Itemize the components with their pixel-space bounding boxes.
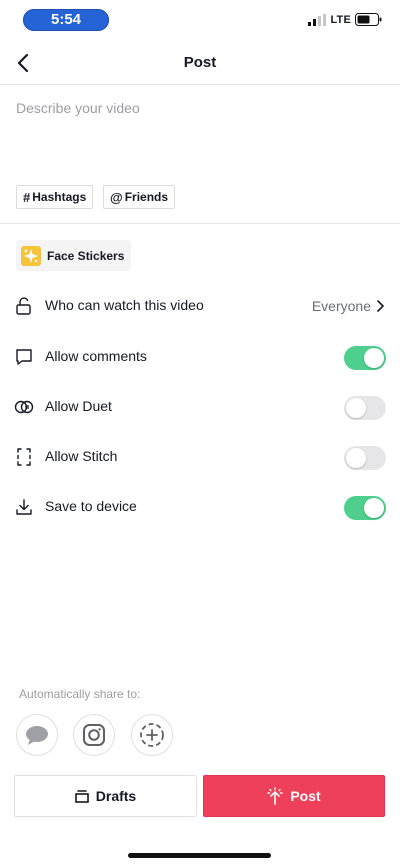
comment-icon	[16, 349, 32, 365]
toggle-knob	[346, 448, 366, 468]
home-indicator	[128, 853, 271, 858]
status-indicators: LTE	[308, 13, 382, 26]
duet-icon	[14, 400, 34, 414]
who-can-watch-row[interactable]: Who can watch this video Everyone	[0, 286, 400, 326]
who-can-watch-value: Everyone	[311, 298, 371, 314]
caption-input[interactable]	[16, 100, 384, 170]
share-instagram-button[interactable]	[73, 714, 115, 756]
toggle-knob	[346, 398, 366, 418]
divider	[0, 223, 400, 224]
share-story-button[interactable]	[131, 714, 173, 756]
header: Post	[0, 42, 400, 85]
allow-comments-label: Allow comments	[45, 348, 147, 364]
hashtag-icon: #	[23, 189, 31, 205]
allow-stitch-row: Allow Stitch	[0, 437, 400, 477]
allow-stitch-toggle[interactable]	[344, 446, 386, 470]
friends-label: Friends	[124, 190, 169, 204]
save-to-device-label: Save to device	[45, 498, 137, 514]
signal-icon	[308, 13, 327, 26]
allow-duet-toggle[interactable]	[344, 396, 386, 420]
allow-comments-toggle[interactable]	[344, 346, 386, 370]
face-stickers-icon	[21, 245, 41, 266]
allow-stitch-label: Allow Stitch	[45, 448, 118, 464]
post-button[interactable]: Post	[203, 775, 385, 817]
share-messages-button[interactable]	[16, 714, 58, 756]
face-stickers-button[interactable]: Face Stickers	[16, 240, 131, 271]
page-title: Post	[183, 54, 217, 71]
download-icon	[16, 499, 32, 515]
chevron-right-icon	[377, 300, 384, 312]
allow-comments-row: Allow comments	[0, 337, 400, 377]
status-time: 5:54	[23, 9, 109, 31]
hashtags-label: Hashtags	[32, 190, 87, 204]
friends-button[interactable]: @ Friends	[103, 185, 176, 209]
toggle-knob	[364, 348, 384, 368]
network-label: LTE	[330, 13, 351, 26]
lock-icon	[16, 297, 31, 315]
at-icon: @	[110, 189, 123, 205]
who-can-watch-label: Who can watch this video	[45, 297, 204, 313]
allow-duet-label: Allow Duet	[45, 398, 112, 414]
drafts-icon	[74, 789, 89, 803]
instagram-icon	[83, 724, 105, 746]
post-upload-icon	[267, 787, 284, 805]
post-label: Post	[290, 788, 321, 804]
stitch-icon	[17, 448, 31, 466]
save-to-device-row: Save to device	[0, 487, 400, 527]
drafts-button[interactable]: Drafts	[14, 775, 197, 817]
toggle-knob	[364, 498, 384, 518]
battery-icon	[355, 13, 382, 26]
face-stickers-label: Face Stickers	[47, 248, 125, 263]
share-label: Automatically share to:	[19, 687, 141, 701]
drafts-label: Drafts	[95, 788, 137, 804]
save-to-device-toggle[interactable]	[344, 496, 386, 520]
allow-duet-row: Allow Duet	[0, 387, 400, 427]
messages-icon	[26, 726, 48, 745]
hashtags-button[interactable]: # Hashtags	[16, 185, 94, 209]
story-add-icon	[140, 723, 164, 747]
